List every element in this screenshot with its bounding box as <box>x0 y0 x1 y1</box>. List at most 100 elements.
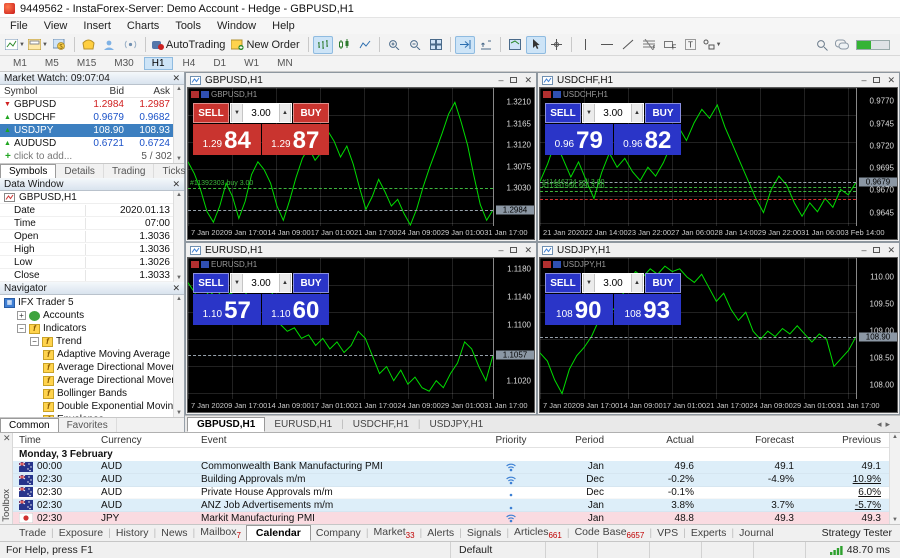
depth-icon[interactable] <box>553 91 561 98</box>
timeframe-w1[interactable]: W1 <box>236 57 267 70</box>
sell-button[interactable]: SELL <box>545 103 581 123</box>
chart-tab-eurusdh1[interactable]: EURUSD,H1 <box>265 418 341 431</box>
chart-window-titlebar[interactable]: USDJPY,H1 – ✕ <box>538 243 899 257</box>
calendar-column-priority[interactable]: Priority <box>476 435 546 446</box>
minimize-icon[interactable]: – <box>861 75 866 85</box>
depth-icon[interactable] <box>201 261 209 268</box>
navigator-tab-favorites[interactable]: Favorites <box>59 418 117 432</box>
auto-scroll-button[interactable] <box>454 35 475 54</box>
profiles-button[interactable]: ▼ <box>27 36 49 54</box>
market-watch-row[interactable]: ▼ GBPUSD 1.2984 1.2987 <box>0 98 184 111</box>
toolbox-tab-journal[interactable]: Journal <box>734 527 778 539</box>
toolbox-tab-experts[interactable]: Experts <box>686 527 732 539</box>
close-icon[interactable]: ✕ <box>172 73 180 84</box>
lot-decrease-icon[interactable]: ▼ <box>583 104 595 122</box>
toolbox-tab-company[interactable]: Company <box>311 527 366 539</box>
tab-scroll-right-icon[interactable]: ▸ <box>885 419 894 429</box>
bar-chart-button[interactable] <box>312 35 333 54</box>
column-header-ask[interactable]: Ask <box>124 86 172 97</box>
zoom-out-button[interactable] <box>405 36 425 54</box>
chat-icon[interactable] <box>835 39 849 51</box>
lot-increase-icon[interactable]: ▲ <box>279 274 291 292</box>
navigator-item[interactable]: − f Trend <box>0 335 184 348</box>
toolbox-tab-mailbox[interactable]: Mailbox7 <box>195 526 246 540</box>
timeframe-m1[interactable]: M1 <box>5 57 35 70</box>
crosshair-button[interactable] <box>547 36 567 54</box>
sell-price[interactable]: 1.10 57 <box>193 294 261 325</box>
scroll-down-icon[interactable]: ▼ <box>176 410 182 416</box>
close-icon[interactable]: ✕ <box>887 245 895 256</box>
toolbox-tab-history[interactable]: History <box>111 527 154 539</box>
sell-price[interactable]: 0.96 79 <box>545 124 613 155</box>
scroll-down-icon[interactable]: ▼ <box>176 275 182 281</box>
community-button[interactable] <box>100 36 120 54</box>
menu-item-view[interactable]: View <box>36 20 76 32</box>
chart-tab-gbpusdh1[interactable]: GBPUSD,H1 <box>187 416 266 432</box>
toolbox-tab-code-base[interactable]: Code Base6657 <box>570 526 650 540</box>
lot-size-value[interactable]: 3.00 <box>595 274 631 292</box>
sell-price[interactable]: 1.29 84 <box>193 124 261 155</box>
autotrading-button[interactable]: AutoTrading <box>150 36 230 54</box>
lot-decrease-icon[interactable]: ▼ <box>231 104 243 122</box>
lot-increase-icon[interactable]: ▲ <box>279 104 291 122</box>
one-click-icon[interactable] <box>543 91 551 98</box>
calendar-column-event[interactable]: Event <box>201 435 476 446</box>
navigator-item[interactable]: f Average Directional Movement <box>0 361 184 374</box>
maximize-icon[interactable] <box>873 247 881 253</box>
objects-button[interactable]: F <box>660 36 680 54</box>
expand-icon[interactable]: + <box>17 311 26 320</box>
minimize-icon[interactable]: – <box>498 245 503 255</box>
timeframe-mn[interactable]: MN <box>269 57 301 70</box>
market-watch-row[interactable]: ▲ USDCHF 0.9679 0.9682 <box>0 111 184 124</box>
calendar-column-actual[interactable]: Actual <box>604 435 694 446</box>
timeframe-m30[interactable]: M30 <box>106 57 141 70</box>
text-button[interactable]: T <box>681 36 701 54</box>
chart-canvas[interactable]: USDJPY,H1 SELL ▼ 3.00 ▲ BUY 108 90 108 93 110.00 10… <box>539 257 898 413</box>
depth-icon[interactable] <box>201 91 209 98</box>
calendar-column-period[interactable]: Period <box>546 435 604 446</box>
lot-decrease-icon[interactable]: ▼ <box>231 274 243 292</box>
toolbox-tab-calendar[interactable]: Calendar <box>245 525 311 541</box>
minimize-icon[interactable]: – <box>498 75 503 85</box>
chart-canvas[interactable]: #11392303 buy 3.00 GBPUSD,H1 SELL ▼ 3.00 ▲ BUY… <box>187 87 535 240</box>
trendline-button[interactable] <box>618 36 638 54</box>
market-watch-tab-symbols[interactable]: Symbols <box>0 164 57 178</box>
timeframe-m15[interactable]: M15 <box>69 57 104 70</box>
line-chart-button[interactable] <box>355 36 375 54</box>
scroll-down-icon[interactable]: ▼ <box>176 156 182 162</box>
lot-size-value[interactable]: 3.00 <box>595 104 631 122</box>
strategy-tester-label[interactable]: Strategy Tester <box>822 527 900 539</box>
data-window-scrollbar[interactable]: ▲ ▼ <box>173 191 184 282</box>
chart-window-titlebar[interactable]: GBPUSD,H1 – ✕ <box>186 73 536 87</box>
calendar-scrollbar[interactable]: ▲ ▼ <box>889 433 900 524</box>
timeframe-d1[interactable]: D1 <box>205 57 234 70</box>
navigator-item[interactable]: − f Indicators <box>0 322 184 335</box>
sell-button[interactable]: SELL <box>193 273 229 293</box>
menu-item-tools[interactable]: Tools <box>167 20 209 32</box>
cursor-button[interactable] <box>525 35 546 54</box>
market-watch-tab-trading[interactable]: Trading <box>104 164 155 178</box>
close-icon[interactable]: ✕ <box>172 179 180 190</box>
navigator-scrollbar[interactable]: ▲ ▼ <box>173 295 184 417</box>
market-watch-add-row[interactable]: + click to add... 5 / 302 <box>0 150 184 163</box>
timeframe-h4[interactable]: H4 <box>175 57 204 70</box>
market-watch-titlebar[interactable]: Market Watch: 09:07:04 ✕ <box>0 72 184 85</box>
maximize-icon[interactable] <box>873 77 881 83</box>
event-previous[interactable]: 6.0% <box>794 487 889 498</box>
navigator-item[interactable]: fEnvelopes <box>0 413 184 417</box>
navigator-item[interactable]: + Accounts <box>0 309 184 322</box>
sell-button[interactable]: SELL <box>193 103 229 123</box>
toolbox-tab-exposure[interactable]: Exposure <box>54 527 108 539</box>
sell-button[interactable]: SELL <box>545 273 581 293</box>
buy-price[interactable]: 1.10 60 <box>261 294 329 325</box>
buy-price[interactable]: 0.96 82 <box>613 124 681 155</box>
maximize-icon[interactable] <box>510 247 518 253</box>
shapes-button[interactable]: ▼ <box>702 36 723 54</box>
close-icon[interactable]: ✕ <box>524 245 532 256</box>
chart-shift-button[interactable] <box>476 36 496 54</box>
buy-price[interactable]: 108 93 <box>613 294 681 325</box>
scroll-down-icon[interactable]: ▼ <box>892 517 898 523</box>
chart-window-titlebar[interactable]: USDCHF,H1 – ✕ <box>538 73 899 87</box>
calendar-event-row[interactable]: 02:30 AUD Building Approvals m/m Dec -0.2% -4… <box>13 473 889 487</box>
scroll-up-icon[interactable]: ▲ <box>176 86 182 92</box>
